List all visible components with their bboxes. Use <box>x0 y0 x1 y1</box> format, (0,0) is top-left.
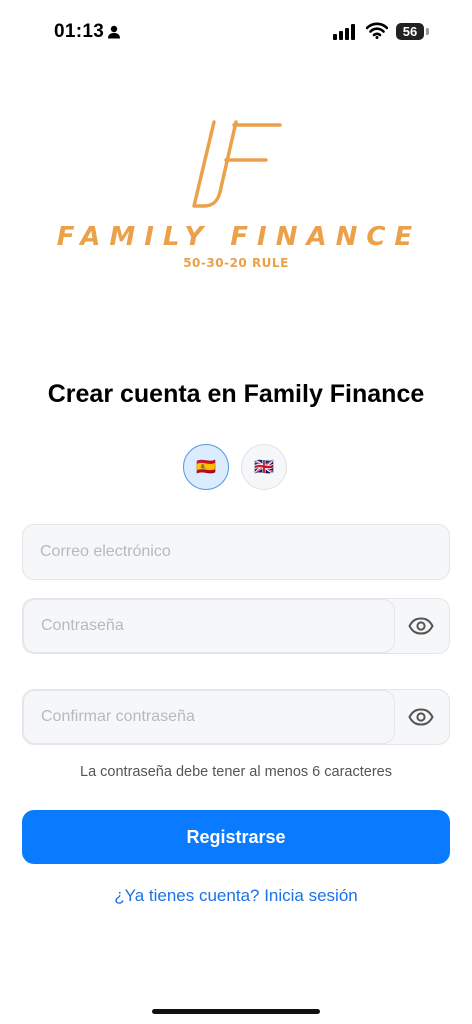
language-spanish-button[interactable]: 🇪🇸 <box>183 444 229 490</box>
show-password-button[interactable] <box>393 599 449 653</box>
status-bar: 01:13 56 <box>0 0 472 64</box>
email-field-container <box>22 524 450 580</box>
register-button[interactable]: Registrarse <box>22 810 450 864</box>
password-hint: La contraseña debe tener al menos 6 cara… <box>80 764 392 780</box>
page-title: Crear cuenta en Family Finance <box>47 380 425 408</box>
cellular-signal-icon <box>333 24 357 45</box>
eye-icon <box>408 617 434 635</box>
language-english-button[interactable]: 🇬🇧 <box>241 444 287 490</box>
logo-name: FAMILY FINANCE <box>56 222 422 252</box>
home-indicator <box>152 1009 320 1014</box>
status-time: 01:13 <box>54 21 105 42</box>
spain-flag-icon: 🇪🇸 <box>196 459 216 476</box>
confirm-password-field[interactable] <box>24 691 394 743</box>
confirm-password-field-container <box>22 689 450 745</box>
uk-flag-icon: 🇬🇧 <box>254 459 274 476</box>
show-confirm-password-button[interactable] <box>393 690 449 744</box>
wifi-icon <box>365 22 389 44</box>
eye-icon <box>408 708 434 726</box>
login-link[interactable]: ¿Ya tienes cuenta? Inicia sesión <box>0 886 472 906</box>
person-icon <box>107 25 121 44</box>
logo-tagline: 50-30-20 RULE <box>183 256 289 270</box>
battery-icon: 56 <box>396 23 424 40</box>
confirm-password-input-wrapper <box>23 690 395 744</box>
family-finance-logo-icon <box>186 120 286 217</box>
password-input-wrapper <box>23 599 395 653</box>
email-field[interactable] <box>23 525 449 579</box>
battery-level: 56 <box>402 24 418 39</box>
password-field-container <box>22 598 450 654</box>
battery-tip <box>426 28 429 35</box>
password-field[interactable] <box>24 600 394 652</box>
